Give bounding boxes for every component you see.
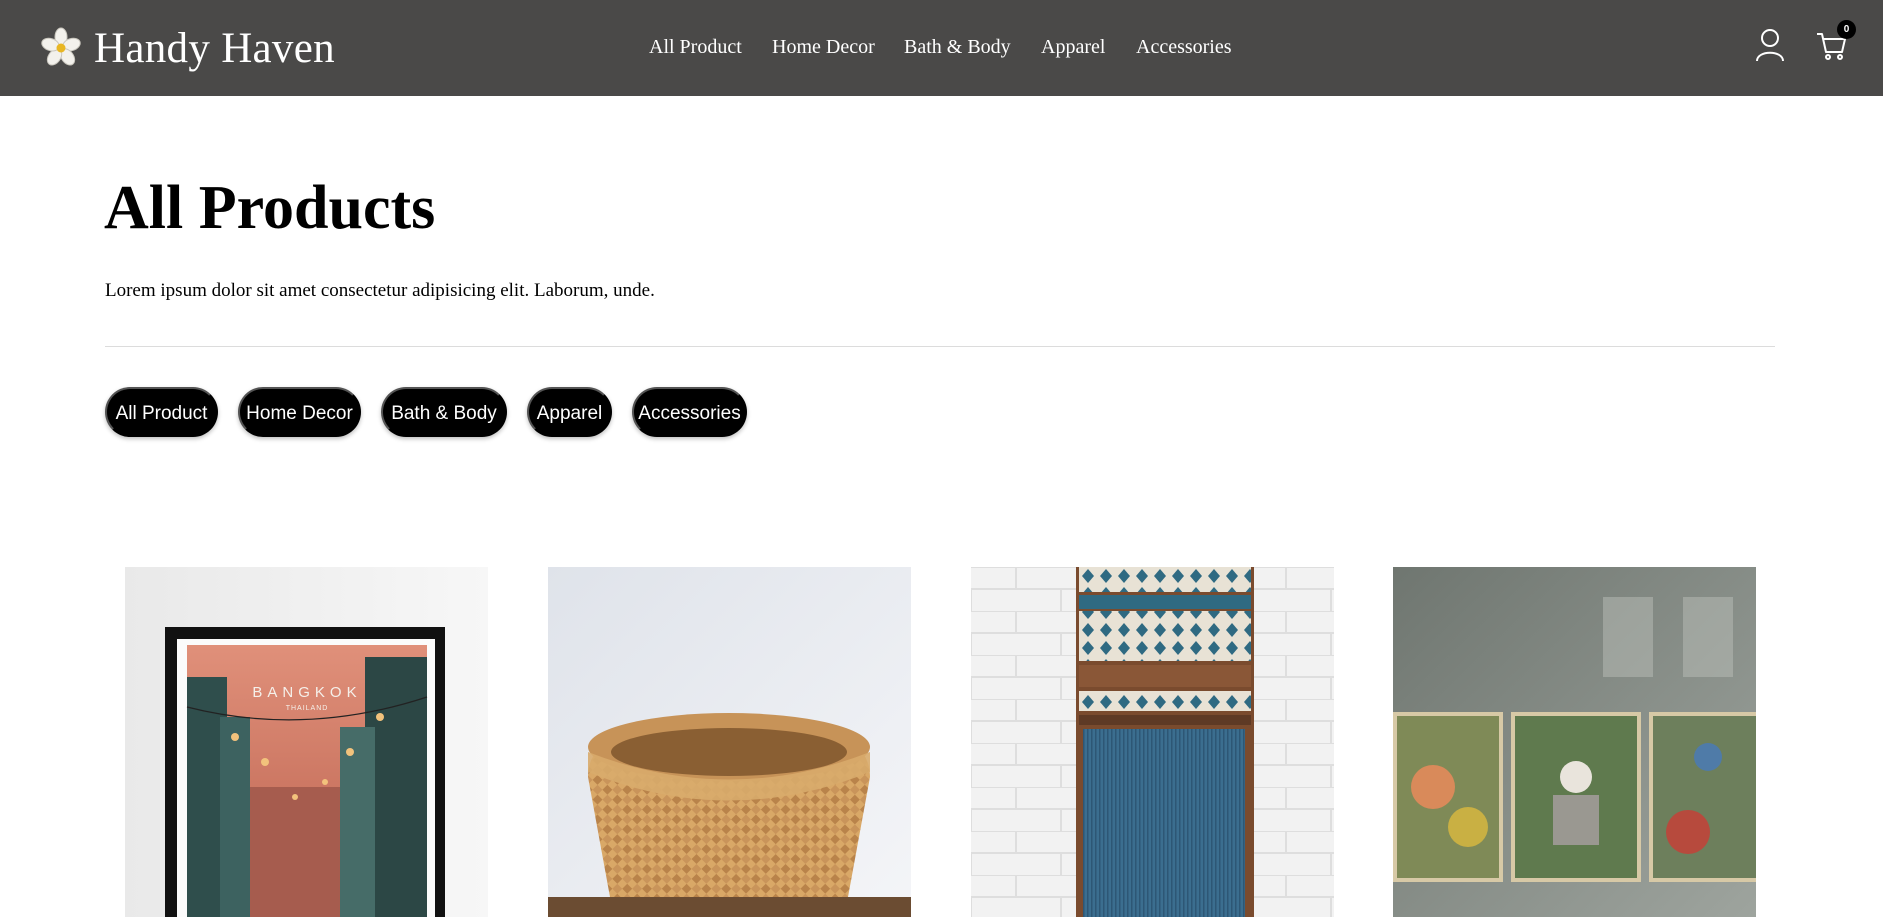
page-title: All Products: [104, 174, 436, 242]
product-card-market-triptych[interactable]: [1393, 567, 1756, 917]
account-button[interactable]: [1755, 28, 1785, 62]
nav-all-product[interactable]: All Product: [649, 34, 742, 60]
product-image-textile: [971, 567, 1334, 917]
product-card-textile[interactable]: [971, 567, 1334, 917]
filter-home-decor[interactable]: Home Decor: [238, 387, 361, 437]
product-image-market-triptych: [1393, 567, 1756, 917]
product-card-bangkok-poster[interactable]: BANGKOK THAILAND: [125, 567, 488, 917]
page-description: Lorem ipsum dolor sit amet consectetur a…: [105, 280, 655, 301]
site-header: Handy Haven All Product Home Decor Bath …: [0, 0, 1883, 96]
divider: [105, 346, 1775, 347]
poster-title: BANGKOK: [252, 684, 361, 701]
product-card-basket[interactable]: [548, 567, 911, 917]
cart-count-badge: 0: [1837, 20, 1856, 39]
filter-apparel[interactable]: Apparel: [527, 387, 612, 437]
nav-bath-body[interactable]: Bath & Body: [904, 34, 1011, 60]
filter-bath-body[interactable]: Bath & Body: [381, 387, 507, 437]
poster-subtitle: THAILAND: [286, 705, 329, 712]
nav-home-decor[interactable]: Home Decor: [772, 34, 875, 60]
main-nav: All Product Home Decor Bath & Body Appar…: [0, 34, 1883, 60]
nav-apparel[interactable]: Apparel: [1041, 34, 1105, 60]
product-image-basket: [548, 567, 911, 917]
filter-accessories[interactable]: Accessories: [632, 387, 747, 437]
product-image-bangkok-poster: BANGKOK THAILAND: [125, 567, 488, 917]
nav-accessories[interactable]: Accessories: [1136, 34, 1232, 60]
user-icon: [1756, 29, 1784, 62]
cart-button[interactable]: 0: [1815, 20, 1856, 62]
filter-all-product[interactable]: All Product: [105, 387, 218, 437]
